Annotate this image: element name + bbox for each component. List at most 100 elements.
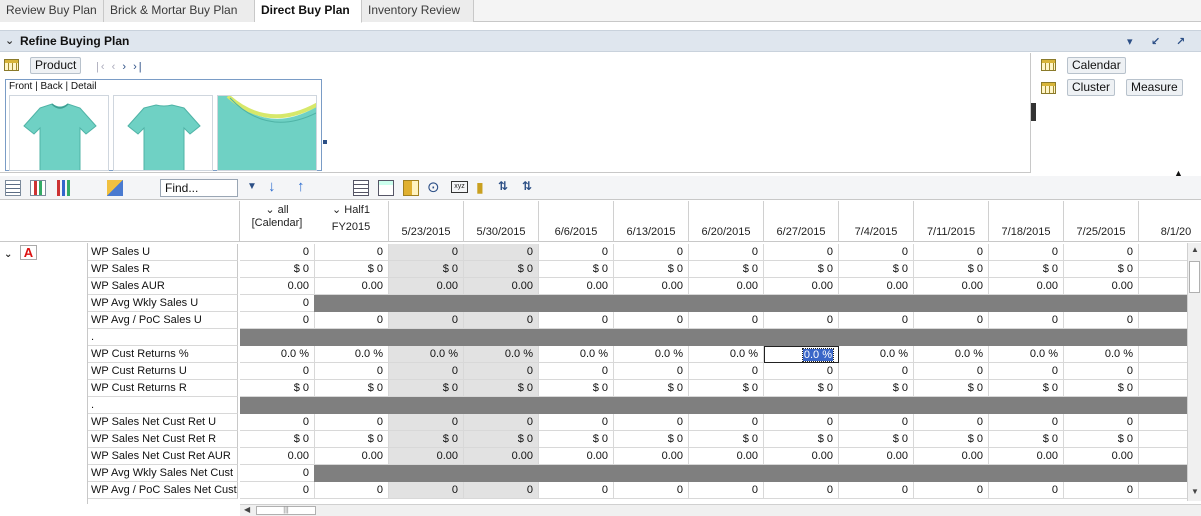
table-cell[interactable]: 0.00 xyxy=(689,448,764,465)
table-cell[interactable]: 0 xyxy=(389,482,464,499)
row-label[interactable]: WP Sales R xyxy=(88,261,238,278)
column-header[interactable]: 7/4/2015 xyxy=(839,201,914,242)
cluster-dimension-button[interactable]: Cluster xyxy=(1067,79,1116,96)
table-cell[interactable] xyxy=(989,329,1064,346)
table-cell[interactable]: $ 0 xyxy=(839,380,914,397)
table-cell[interactable] xyxy=(389,465,464,482)
column-header[interactable]: 7/18/2015 xyxy=(989,201,1064,242)
table-cell[interactable]: 0 xyxy=(914,363,989,380)
table-cell[interactable] xyxy=(614,465,689,482)
sort-ascending-icon[interactable]: ⇅ xyxy=(498,179,508,193)
table-cell[interactable]: 0 xyxy=(464,363,539,380)
table-cell[interactable]: 0.00 xyxy=(464,448,539,465)
row-label[interactable]: WP Sales Net Cust Ret R xyxy=(88,431,238,448)
table-cell[interactable]: 0.00 xyxy=(614,448,689,465)
table-cell[interactable]: 0 xyxy=(464,482,539,499)
table-cell[interactable]: $ 0 xyxy=(240,431,315,448)
column-header[interactable]: 5/30/2015 xyxy=(464,201,539,242)
table-cell[interactable]: $ 0 xyxy=(764,431,839,448)
table-cell[interactable]: 0 xyxy=(314,363,389,380)
table-cell[interactable] xyxy=(464,465,539,482)
area-chart-icon[interactable] xyxy=(107,180,123,196)
table-cell[interactable]: 0 xyxy=(914,312,989,329)
table-cell[interactable]: $ 0 xyxy=(764,380,839,397)
table-cell[interactable] xyxy=(389,295,464,312)
table-cell[interactable]: 0 xyxy=(989,414,1064,431)
table-cell[interactable]: 0.00 xyxy=(1064,448,1139,465)
table-cell[interactable]: $ 0 xyxy=(464,261,539,278)
table-cell[interactable]: $ 0 xyxy=(914,380,989,397)
lock-icon[interactable]: ▮ xyxy=(476,179,484,196)
table-cell[interactable] xyxy=(539,329,614,346)
table-cell[interactable]: 0 xyxy=(839,244,914,261)
table-cell[interactable] xyxy=(764,295,839,312)
table-cell[interactable]: 0 xyxy=(839,312,914,329)
column-header[interactable]: 6/20/2015 xyxy=(689,201,764,242)
table-cell[interactable]: 0.00 xyxy=(539,448,614,465)
table-cell[interactable]: 0.00 xyxy=(1064,278,1139,295)
table-cell[interactable]: 0.00 xyxy=(389,278,464,295)
table-cell[interactable] xyxy=(240,397,315,414)
column-header[interactable]: ⌄ all [Calendar] xyxy=(240,201,315,242)
row-label[interactable]: WP Cust Returns R xyxy=(88,380,238,397)
table-cell[interactable] xyxy=(764,465,839,482)
calendar-dimension-button[interactable]: Calendar xyxy=(1067,57,1126,74)
table-cell[interactable]: 0 xyxy=(689,363,764,380)
table-cell[interactable] xyxy=(614,295,689,312)
table-cell[interactable] xyxy=(389,397,464,414)
row-label[interactable]: WP Sales AUR xyxy=(88,278,238,295)
alert-badge[interactable]: A xyxy=(20,245,37,260)
table-cell[interactable]: 0 xyxy=(764,482,839,499)
table-cell[interactable] xyxy=(839,465,914,482)
column-header[interactable]: 8/1/20 xyxy=(1139,201,1201,242)
table-cell[interactable]: 0.0 % xyxy=(689,346,764,363)
table-cell[interactable]: $ 0 xyxy=(689,261,764,278)
table-cell[interactable]: $ 0 xyxy=(314,380,389,397)
table-cell[interactable] xyxy=(914,465,989,482)
table-cell[interactable]: $ 0 xyxy=(240,261,315,278)
table-cell[interactable]: 0 xyxy=(764,363,839,380)
table-cell[interactable]: $ 0 xyxy=(539,380,614,397)
table-cell[interactable]: $ 0 xyxy=(914,431,989,448)
table-cell[interactable]: $ 0 xyxy=(914,261,989,278)
layout-icon[interactable] xyxy=(378,180,394,196)
first-page-icon[interactable]: |‹ xyxy=(96,61,107,73)
table-cell[interactable] xyxy=(314,329,389,346)
vertical-scroll-thumb[interactable] xyxy=(1189,261,1200,293)
row-label[interactable]: . xyxy=(88,397,238,414)
table-cell[interactable]: 0.0 % xyxy=(464,346,539,363)
table-cell[interactable]: 0 xyxy=(314,312,389,329)
table-cell[interactable]: 0.00 xyxy=(314,448,389,465)
table-cell[interactable]: 0 xyxy=(389,244,464,261)
table-cell[interactable] xyxy=(989,397,1064,414)
sort-descending-icon[interactable]: ⇅ xyxy=(522,179,532,193)
row-label[interactable]: WP Avg / PoC Sales Net Cust xyxy=(88,482,238,499)
table-cell[interactable]: 0 xyxy=(989,363,1064,380)
tab-direct-buy-plan[interactable]: Direct Buy Plan xyxy=(255,0,362,23)
column-highlight-icon[interactable] xyxy=(403,180,419,196)
table-cell[interactable]: $ 0 xyxy=(989,431,1064,448)
table-cell[interactable] xyxy=(839,329,914,346)
table-cell[interactable]: 0 xyxy=(240,465,315,482)
tab-inventory-review[interactable]: Inventory Review xyxy=(362,0,474,22)
table-cell[interactable]: 0 xyxy=(464,414,539,431)
product-front-image[interactable] xyxy=(9,95,109,171)
row-label[interactable]: WP Avg Wkly Sales Net Cust xyxy=(88,465,238,482)
table-cell[interactable]: 0 xyxy=(839,363,914,380)
table-cell[interactable] xyxy=(314,397,389,414)
table-cell[interactable]: 0 xyxy=(914,244,989,261)
table-cell[interactable]: 0 xyxy=(614,244,689,261)
table-cell[interactable]: 0 xyxy=(989,244,1064,261)
table-cell[interactable]: $ 0 xyxy=(1064,431,1139,448)
dropdown-arrow-icon[interactable]: ▾ xyxy=(1127,35,1133,48)
scroll-down-icon[interactable]: ▼ xyxy=(1191,487,1199,496)
table-cell[interactable] xyxy=(689,465,764,482)
column-expand-chevron-icon[interactable]: ⌄ xyxy=(265,204,277,216)
table-cell[interactable] xyxy=(539,465,614,482)
table-cell[interactable]: $ 0 xyxy=(689,431,764,448)
table-cell[interactable]: 0.00 xyxy=(314,278,389,295)
table-cell[interactable]: 0 xyxy=(1064,363,1139,380)
find-input[interactable]: Find... xyxy=(160,179,238,197)
table-cell[interactable]: 0.00 xyxy=(764,448,839,465)
bar-chart-icon[interactable] xyxy=(55,180,71,196)
